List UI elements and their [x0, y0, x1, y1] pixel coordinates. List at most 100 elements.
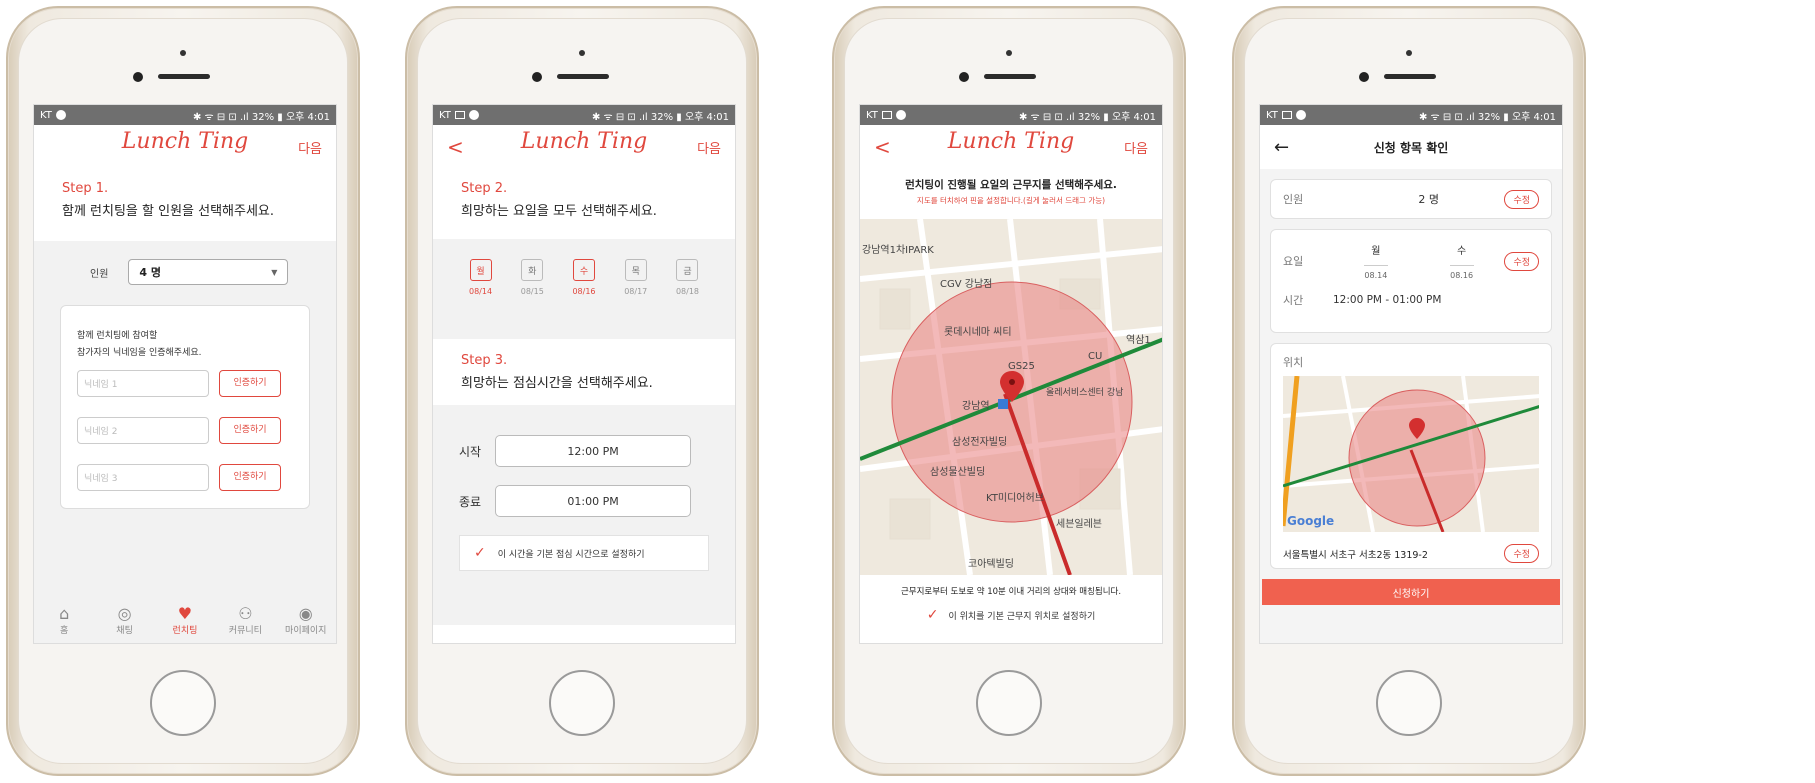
front-camera	[1359, 50, 1459, 90]
carrier-label: KT	[439, 109, 451, 121]
time-label: 시간	[1283, 294, 1304, 307]
next-button[interactable]: 다음	[1124, 138, 1148, 157]
carrier-label: KT	[866, 109, 878, 121]
tab-lunchting[interactable]: ♥ 런치팅	[155, 603, 215, 636]
address-text: 서울특별시 서초구 서초2동 1319-2	[1283, 549, 1428, 561]
notification-icon	[468, 110, 479, 120]
chat-icon: ◎	[117, 603, 132, 623]
image-icon	[454, 111, 465, 119]
date-label: 08/14	[469, 287, 493, 296]
notification-icon	[55, 110, 66, 120]
status-bar: KT ✱ ᯤ ⊟ ⊡ .ıl 32% ▮ 오후 4:01	[1260, 105, 1562, 125]
people-select-value: 4 명	[139, 266, 162, 279]
submit-button[interactable]: 신청하기	[1262, 579, 1560, 605]
tab-community-label: 커뮤니티	[228, 625, 262, 636]
back-icon[interactable]: <	[447, 135, 464, 159]
check-icon: ✓	[474, 545, 486, 561]
end-label: 종료	[459, 494, 482, 509]
map-label-kt: KT미디어허브	[986, 493, 1044, 504]
edit-location-button[interactable]: 수정	[1504, 544, 1539, 563]
map-label-seven: 세븐일레븐	[1056, 519, 1102, 530]
step3-desc: 희망하는 점심시간을 선택해주세요.	[461, 376, 653, 391]
map-label-park: 강남역1차IPARK	[862, 245, 934, 256]
status-right: ✱ ᯤ ⊟ ⊡ .ıl 32% ▮ 오후 4:01	[1018, 111, 1156, 123]
date-label: 08/17	[624, 287, 648, 296]
nickname-field-2[interactable]: 닉네임 2	[77, 417, 209, 444]
verify-title-1: 함께 런치팅에 참여할	[77, 331, 158, 341]
default-location-label: 이 위치를 기본 근무지 위치로 설정하기	[948, 611, 1096, 622]
tab-chat[interactable]: ◎ 채팅	[95, 603, 155, 636]
date-label: 08/18	[675, 287, 699, 296]
tab-mypage[interactable]: ◉ 마이페이지	[276, 604, 336, 636]
start-time-field[interactable]: 12:00 PM	[495, 435, 692, 467]
location-title: 런치팅이 진행될 요일의 근무지를 선택해주세요.	[905, 179, 1117, 191]
map-label-samsung-life: 삼성물산빌딩	[930, 467, 986, 478]
phone-frame-4: KT ✱ ᯤ ⊟ ⊡ .ıl 32% ▮ 오후 4:01 ← 신청 항목 확인 …	[1232, 6, 1586, 776]
status-right: ✱ ᯤ ⊟ ⊡ .ıl 32% ▮ 오후 4:01	[1418, 111, 1556, 123]
location-subtitle: 지도를 터치하여 핀을 설정합니다.(길게 눌러서 드래그 가능)	[916, 196, 1106, 205]
confirm-header: ← 신청 항목 확인	[1260, 125, 1562, 169]
app-logo: Lunch Ting	[121, 129, 249, 154]
nickname-field-3[interactable]: 닉네임 3	[77, 464, 209, 491]
verify-button-3[interactable]: 인증하기	[219, 464, 281, 491]
app-bar: < Lunch Ting 다음	[860, 125, 1162, 169]
home-icon: ⌂	[59, 603, 70, 623]
tab-chat-label: 채팅	[116, 625, 133, 636]
map-label-bottom: 코아텍빌딩	[968, 559, 1014, 570]
carrier-label: KT	[40, 109, 52, 121]
end-time-field[interactable]: 01:00 PM	[495, 485, 692, 517]
date-label: 08/15	[520, 287, 544, 296]
selected-day-label: 월	[1371, 246, 1381, 257]
map-label-cgv: CGV 강남점	[940, 279, 993, 290]
location-label: 위치	[1283, 356, 1304, 369]
people-icon: ⚇	[238, 603, 253, 623]
location-card: 위치 Google 서울특별시 서초구 서초2동 1319-2 수정	[1270, 343, 1552, 569]
app-logo: Lunch Ting	[520, 129, 648, 154]
home-button[interactable]	[549, 670, 615, 736]
app-logo: Lunch Ting	[947, 129, 1075, 154]
default-time-checkbox[interactable]: ✓ 이 시간을 기본 점심 시간으로 설정하기	[459, 535, 709, 571]
app-bar: Lunch Ting 다음	[34, 125, 336, 169]
edit-people-button[interactable]: 수정	[1504, 189, 1539, 209]
day-fri-label: 금	[676, 259, 699, 281]
day-tue-label: 화	[521, 259, 544, 281]
heart-icon: ♥	[177, 603, 193, 623]
back-icon[interactable]: <	[874, 135, 891, 159]
home-button[interactable]	[150, 670, 216, 736]
next-button[interactable]: 다음	[298, 138, 322, 157]
next-button[interactable]: 다음	[697, 138, 721, 157]
day-tue[interactable]: 화 08/15	[521, 259, 544, 339]
time-value: 12:00 PM - 01:00 PM	[1333, 294, 1442, 306]
day-thu[interactable]: 목 08/17	[624, 259, 647, 339]
selected-day: 월 08.14	[1363, 242, 1388, 280]
phone-frame-1: KT ✱ ᯤ ⊟ ⊡ .ıl 32% ▮ 오후 4:01 Lunch Ting …	[6, 6, 360, 776]
day-fri[interactable]: 금 08/18	[676, 259, 699, 339]
screen-location: KT ✱ ᯤ ⊟ ⊡ .ıl 32% ▮ 오후 4:01 < Lunch Tin…	[859, 104, 1163, 644]
back-arrow-icon[interactable]: ←	[1274, 137, 1289, 158]
tab-community[interactable]: ⚇ 커뮤니티	[215, 603, 275, 636]
home-button[interactable]	[1376, 670, 1442, 736]
tab-home[interactable]: ⌂ 홈	[34, 603, 94, 636]
app-bar: < Lunch Ting 다음	[433, 125, 735, 169]
default-location-checkbox[interactable]: ✓ 이 위치를 기본 근무지 위치로 설정하기	[870, 607, 1152, 623]
carrier-label: KT	[1266, 109, 1278, 121]
location-info: 근무지로부터 도보로 약 10분 이내 거리의 상대와 매칭됩니다.	[900, 587, 1122, 597]
mini-map[interactable]: Google	[1283, 376, 1539, 532]
people-select[interactable]: 4 명 ▼	[128, 259, 289, 285]
map-label-samsung: 삼성전자빌딩	[952, 437, 1008, 448]
edit-day-button[interactable]: 수정	[1504, 251, 1539, 271]
nickname-card: 함께 런치팅에 참여할 참가자의 닉네임을 인증해주세요. 닉네임 1 인증하기…	[60, 305, 310, 509]
schedule-card: 요일 월 08.14 수 08.16 수정 시간 12:00 PM - 01:0…	[1270, 229, 1552, 333]
home-button[interactable]	[976, 670, 1042, 736]
map-label-cu: CU	[1088, 351, 1103, 362]
notification-icon	[895, 110, 906, 120]
date-label: 08/16	[572, 287, 596, 296]
step2-title: Step 2.	[461, 181, 508, 196]
map-view[interactable]: 강남역1차IPARK CGV 강남점 롯데시네마 씨티 CU 역삼1 GS25 …	[860, 219, 1162, 575]
verify-button-2[interactable]: 인증하기	[219, 417, 281, 444]
people-value: 2 명	[1418, 193, 1440, 206]
day-wed[interactable]: 수 08/16	[572, 259, 596, 339]
nickname-field-1[interactable]: 닉네임 1	[77, 370, 209, 397]
day-mon[interactable]: 월 08/14	[469, 259, 492, 339]
verify-button-1[interactable]: 인증하기	[219, 370, 281, 397]
